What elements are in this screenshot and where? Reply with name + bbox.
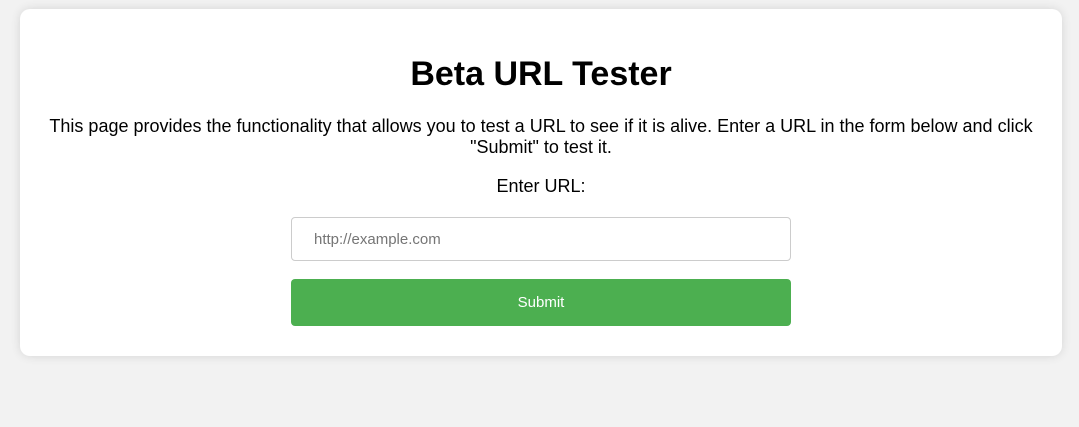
submit-button[interactable]: Submit — [291, 279, 791, 326]
url-input[interactable] — [291, 217, 791, 261]
page-title: Beta URL Tester — [410, 55, 672, 93]
main-card: Beta URL Tester This page provides the f… — [20, 9, 1062, 356]
url-label: Enter URL: — [496, 176, 586, 196]
page-description: This page provides the functionality tha… — [49, 116, 1033, 157]
